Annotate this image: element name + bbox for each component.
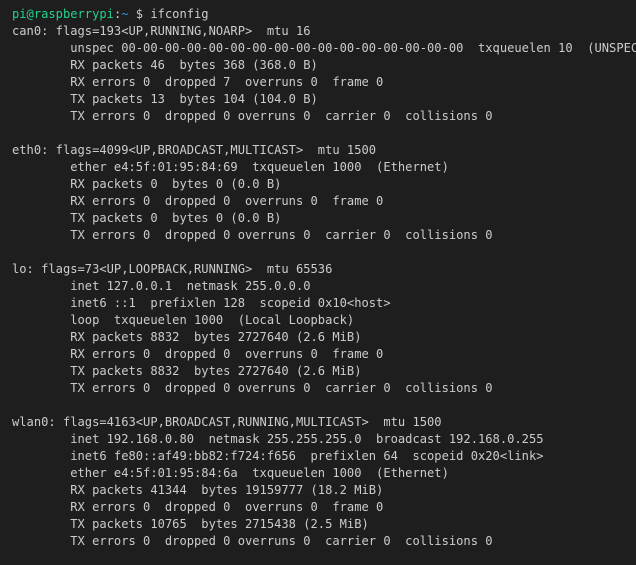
wlan0-tx-packets: TX packets 10765 bytes 2715438 (2.5 MiB) (12, 517, 369, 531)
can0-rx-errors: RX errors 0 dropped 7 overruns 0 frame 0 (12, 75, 384, 89)
can0-unspec: unspec 00-00-00-00-00-00-00-00-00-00-00-… (12, 41, 636, 55)
lo-inet6: inet6 ::1 prefixlen 128 scopeid 0x10<hos… (12, 296, 391, 310)
prompt-line: pi@raspberrypi:~ $ ifconfig (12, 6, 636, 23)
lo-rx-errors: RX errors 0 dropped 0 overruns 0 frame 0 (12, 347, 384, 361)
prompt-symbol: $ (128, 7, 151, 21)
wlan0-ether: ether e4:5f:01:95:84:6a txqueuelen 1000 … (12, 466, 449, 480)
lo-header: lo: flags=73<UP,LOOPBACK,RUNNING> mtu 65… (12, 262, 333, 276)
can0-header: can0: flags=193<UP,RUNNING,NOARP> mtu 16 (12, 24, 311, 38)
lo-rx-packets: RX packets 8832 bytes 2727640 (2.6 MiB) (12, 330, 362, 344)
can0-tx-errors: TX errors 0 dropped 0 overruns 0 carrier… (12, 109, 493, 123)
lo-inet: inet 127.0.0.1 netmask 255.0.0.0 (12, 279, 311, 293)
prompt-user-host: pi@raspberrypi (12, 7, 114, 21)
terminal-window[interactable]: pi@raspberrypi:~ $ ifconfig can0: flags=… (0, 0, 636, 565)
wlan0-rx-errors: RX errors 0 dropped 0 overruns 0 frame 0 (12, 500, 384, 514)
wlan0-tx-errors: TX errors 0 dropped 0 overruns 0 carrier… (12, 534, 493, 548)
wlan0-inet: inet 192.168.0.80 netmask 255.255.255.0 … (12, 432, 544, 446)
wlan0-rx-packets: RX packets 41344 bytes 19159777 (18.2 Mi… (12, 483, 384, 497)
eth0-tx-errors: TX errors 0 dropped 0 overruns 0 carrier… (12, 228, 493, 242)
wlan0-header: wlan0: flags=4163<UP,BROADCAST,RUNNING,M… (12, 415, 442, 429)
lo-tx-packets: TX packets 8832 bytes 2727640 (2.6 MiB) (12, 364, 362, 378)
eth0-ether: ether e4:5f:01:95:84:69 txqueuelen 1000 … (12, 160, 449, 174)
eth0-rx-packets: RX packets 0 bytes 0 (0.0 B) (12, 177, 282, 191)
eth0-header: eth0: flags=4099<UP,BROADCAST,MULTICAST>… (12, 143, 377, 157)
prompt-command: ifconfig (150, 7, 209, 21)
prompt-path: ~ (121, 7, 129, 21)
eth0-tx-packets: TX packets 0 bytes 0 (0.0 B) (12, 211, 282, 225)
lo-tx-errors: TX errors 0 dropped 0 overruns 0 carrier… (12, 381, 493, 395)
wlan0-inet6: inet6 fe80::af49:bb82:f724:f656 prefixle… (12, 449, 544, 463)
can0-rx-packets: RX packets 46 bytes 368 (368.0 B) (12, 58, 318, 72)
can0-tx-packets: TX packets 13 bytes 104 (104.0 B) (12, 92, 318, 106)
eth0-rx-errors: RX errors 0 dropped 0 overruns 0 frame 0 (12, 194, 384, 208)
lo-loop: loop txqueuelen 1000 (Local Loopback) (12, 313, 355, 327)
